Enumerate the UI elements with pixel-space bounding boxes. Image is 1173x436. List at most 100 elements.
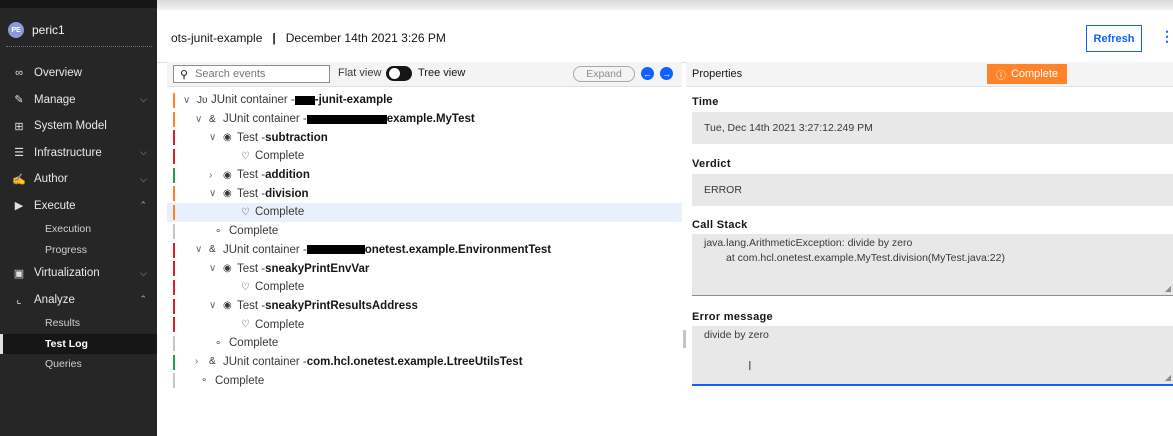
sidebar-item-overview[interactable]: ∞ Overview <box>0 60 157 87</box>
flat-view-label[interactable]: Flat view <box>338 67 381 79</box>
tree-row[interactable]: ∨ & JUnit container - onetest.example.En… <box>167 241 682 260</box>
arrow-left-icon[interactable]: ← <box>641 67 654 80</box>
chevron-down-icon[interactable]: ∨ <box>195 244 209 255</box>
refresh-button[interactable]: Refresh <box>1086 25 1142 52</box>
row-label: Complete <box>255 318 305 331</box>
chevron-right-icon[interactable]: › <box>209 170 223 181</box>
chevron-up-icon: ⌃ <box>139 200 147 211</box>
page-title: ots-junit-example | December 14th 2021 3:2… <box>171 31 446 45</box>
sidebar-subitem-queries[interactable]: Queries <box>0 354 157 375</box>
chevron-down-icon[interactable]: ∨ <box>195 114 209 125</box>
time-label: Time <box>692 96 719 108</box>
sidebar-item-label: Infrastructure <box>34 146 102 159</box>
chevron-down-icon: ⌵ <box>140 267 147 278</box>
complete-icon: ♡ <box>241 206 250 218</box>
view-toggle[interactable] <box>386 66 412 81</box>
tree-row-selected[interactable]: ♡ Complete <box>167 203 682 222</box>
tree-row[interactable]: ∨ ◉ Test - division <box>167 184 682 203</box>
junit-icon: Jᴜ <box>197 94 208 106</box>
sidebar-item-infrastructure[interactable]: ☰ Infrastructure ⌵ <box>0 140 157 167</box>
virtualization-icon: ▣ <box>13 267 25 280</box>
row-prefix: JUnit container - <box>223 243 307 256</box>
tree-row[interactable]: › & JUnit container - com.hcl.onetest.ex… <box>167 353 682 372</box>
time-field: Tue, Dec 14th 2021 3:27:12.249 PM <box>692 112 1173 144</box>
tree-row[interactable]: ♡ Complete <box>167 278 682 297</box>
chevron-down-icon: ⌵ <box>140 173 147 184</box>
row-label: Complete <box>255 206 305 219</box>
title-separator: | <box>272 31 276 45</box>
sidebar-item-label: Manage <box>34 93 76 106</box>
sidebar-item-author[interactable]: ✍ Author ⌵ <box>0 166 157 193</box>
sidebar-item-label: Overview <box>34 67 82 80</box>
callstack-label: Call Stack <box>692 219 748 231</box>
error-message-value: divide by zero <box>704 329 769 341</box>
sidebar-item-label: Analyze <box>34 293 75 306</box>
resize-grip-icon[interactable]: ◢ <box>1165 284 1171 293</box>
row-name: sneakyPrintResultsAddress <box>265 299 418 312</box>
row-prefix: JUnit container - <box>223 113 307 126</box>
tree-row[interactable]: ∘ Complete <box>167 371 682 390</box>
tree-row[interactable]: ∨ ◉ Test - subtraction <box>167 128 682 147</box>
top-bar <box>157 0 1173 10</box>
chevron-down-icon: ⌵ <box>140 147 147 158</box>
row-prefix: Test - <box>237 131 266 144</box>
test-icon: ◉ <box>223 169 232 181</box>
chevron-right-icon[interactable]: › <box>195 356 209 367</box>
chevron-down-icon[interactable]: ∨ <box>209 188 223 199</box>
tree-row[interactable]: ∘ Complete <box>167 334 682 353</box>
chevron-down-icon[interactable]: ∨ <box>209 263 223 274</box>
chevron-down-icon: ⌵ <box>140 94 147 105</box>
sidebar-subitem-results[interactable]: Results <box>0 313 157 334</box>
chevron-down-icon[interactable]: ∨ <box>209 300 223 311</box>
event-tree: ∨ Jᴜ JUnit container - -junit-example ∨ … <box>167 91 682 390</box>
chevron-down-icon[interactable]: ∨ <box>183 95 197 106</box>
callstack-line: java.lang.ArithmeticException: divide by… <box>704 237 913 249</box>
tree-row[interactable]: ∘ Complete <box>167 222 682 241</box>
search-box[interactable]: ⚲ <box>173 65 330 83</box>
search-input[interactable] <box>193 67 318 81</box>
sidebar-subitem-test-log[interactable]: Test Log <box>0 333 157 354</box>
tree-row[interactable]: ∨ Jᴜ JUnit container - -junit-example <box>167 91 682 110</box>
resize-grip-icon[interactable]: ◢ <box>1165 373 1171 382</box>
avatar[interactable]: PE <box>8 22 24 38</box>
callstack-textarea[interactable]: java.lang.ArithmeticException: divide by… <box>692 234 1173 296</box>
properties-panel: Properties ⓘ Complete Time Tue, Dec 14th… <box>686 62 1173 436</box>
test-icon: ◉ <box>223 188 232 200</box>
toggle-knob <box>389 68 400 79</box>
sidebar-subitem-progress[interactable]: Progress <box>0 240 157 261</box>
tree-row[interactable]: ∨ ◉ Test - sneakyPrintResultsAddress <box>167 297 682 316</box>
tree-row[interactable]: ♡ Complete <box>167 147 682 166</box>
user-name[interactable]: peric1 <box>32 23 65 37</box>
sidebar-item-analyze[interactable]: ⌞ Analyze ⌃ <box>0 287 157 314</box>
tree-view-label[interactable]: Tree view <box>418 67 465 79</box>
wrench-icon: ✎ <box>14 94 24 107</box>
verdict-bar <box>173 167 175 183</box>
container-icon: & <box>209 244 216 256</box>
tree-row[interactable]: › ◉ Test - addition <box>167 166 682 185</box>
test-icon: ◉ <box>223 263 232 275</box>
arrow-right-icon[interactable]: → <box>660 67 673 80</box>
sidebar-item-virtualization[interactable]: ▣ Virtualization ⌵ <box>0 260 157 287</box>
verdict-bar <box>173 317 175 333</box>
verdict-value: ERROR <box>704 184 742 196</box>
sidebar-item-manage[interactable]: ✎ Manage ⌵ <box>0 87 157 114</box>
row-label: Complete <box>255 150 305 163</box>
overflow-menu-icon[interactable]: ⋮ <box>1160 28 1173 45</box>
sidebar-item-execute[interactable]: ▶ Execute ⌃ <box>0 193 157 220</box>
expand-button[interactable]: Expand <box>573 66 635 82</box>
row-name: sneakyPrintEnvVar <box>265 262 370 275</box>
container-icon: & <box>209 113 216 125</box>
tree-row[interactable]: ∨ & JUnit container - example.MyTest <box>167 110 682 129</box>
sidebar-nav: ∞ Overview ✎ Manage ⌵ ⊞ System Model ☰ I… <box>0 60 157 375</box>
error-message-textarea[interactable]: divide by zero I ◢ <box>692 326 1173 386</box>
sidebar-subitem-execution[interactable]: Execution <box>0 219 157 240</box>
verdict-bar <box>173 93 175 108</box>
tree-row[interactable]: ♡ Complete <box>167 315 682 334</box>
complete-dot-icon: ∘ <box>215 337 222 349</box>
chevron-down-icon[interactable]: ∨ <box>209 132 223 143</box>
row-label: Complete <box>229 337 279 350</box>
sidebar-item-system-model[interactable]: ⊞ System Model <box>0 113 157 140</box>
tree-row[interactable]: ∨ ◉ Test - sneakyPrintEnvVar <box>167 259 682 278</box>
user-profile[interactable]: PE peric1 <box>8 22 65 38</box>
verdict-bar <box>173 111 175 127</box>
